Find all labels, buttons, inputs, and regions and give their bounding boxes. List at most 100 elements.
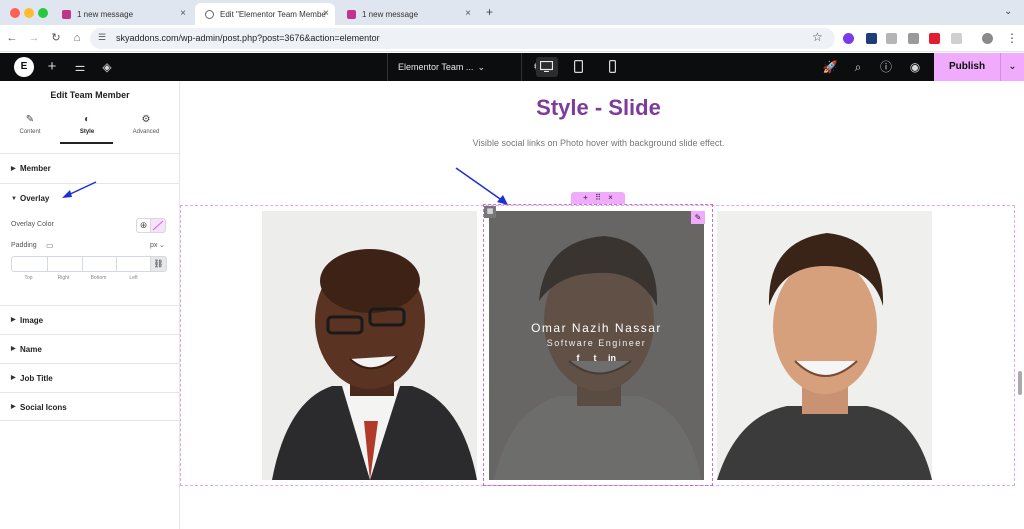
dimension-label: Left (129, 275, 138, 281)
selected-widget-outline (483, 204, 713, 486)
extension-5-icon[interactable] (929, 33, 940, 44)
rocket-notifications-icon[interactable]: 🚀 (822, 59, 838, 75)
url-input[interactable]: ☰ skyaddons.com/wp-admin/post.php?post=3… (90, 28, 835, 49)
browser-tab-1[interactable]: 1 new message × (52, 3, 192, 25)
publish-options-chevron-icon[interactable]: ⌄ (1000, 53, 1024, 81)
browser-menu-icon[interactable]: ⋮ (1006, 31, 1018, 45)
chevron-down-icon: ⌄ (477, 62, 485, 72)
padding-top-input[interactable] (11, 256, 47, 272)
column-handle-icon[interactable]: ▦ (484, 206, 496, 218)
section-name[interactable]: ▶ Name (0, 334, 180, 363)
shield-extension-icon[interactable] (866, 33, 877, 44)
publish-button[interactable]: Publish (934, 53, 1000, 81)
tab-title: 1 new message (77, 9, 134, 19)
responsive-desktop-icon[interactable]: ▭ (46, 241, 54, 250)
tab-title: Edit "Elementor Team Membe (220, 9, 326, 19)
section-title: Overlay (20, 194, 50, 203)
structure-layers-icon[interactable]: ◈ (99, 59, 115, 75)
clear-color-slash-icon (152, 220, 164, 231)
link-values-icon[interactable]: ⛓ (150, 256, 167, 272)
zoom-window-button[interactable] (38, 8, 48, 18)
tablet-view-icon[interactable] (574, 60, 583, 73)
preview-eye-icon[interactable]: ◉ (907, 59, 923, 75)
extension-3-icon[interactable] (886, 33, 897, 44)
team-member-photo-1 (262, 211, 477, 480)
drag-handle-icon[interactable]: ⠿ (595, 193, 601, 202)
padding-bottom-input[interactable] (82, 256, 116, 272)
edit-widget-pencil-icon[interactable]: ✎ (691, 211, 705, 224)
close-tab-icon[interactable]: × (323, 8, 329, 19)
section-title: Image (20, 316, 44, 325)
document-title: Elementor Team ... (398, 62, 474, 72)
team-member-card-1[interactable] (262, 211, 477, 480)
unit-chevron-icon: ⌄ (159, 242, 165, 249)
preview-canvas: Style - Slide Visible social links on Ph… (180, 81, 1024, 529)
close-tab-icon[interactable]: × (465, 8, 471, 19)
annotation-arrow-icon (455, 167, 508, 205)
profile-avatar[interactable] (982, 33, 993, 44)
browser-tab-2[interactable]: Edit "Elementor Team Membe × (195, 3, 335, 25)
caret-right-icon: ▶ (11, 317, 16, 323)
caret-down-icon: ▼ (11, 196, 17, 202)
document-title-dropdown[interactable]: Elementor Team ... ⌄ ⚙ (387, 53, 543, 81)
add-element-icon[interactable]: + (44, 59, 60, 75)
section-title: Name (20, 345, 42, 354)
panel-title: Edit Team Member (50, 90, 130, 100)
dimension-label: Right (57, 275, 70, 281)
section-job-title[interactable]: ▶ Job Title (0, 363, 180, 392)
editor-panel: Edit Team Member ✎ Content ◐ Style ⚙ Adv… (0, 81, 180, 529)
delete-section-icon[interactable]: × (608, 193, 613, 202)
tab-style[interactable]: ◐ Style (61, 114, 113, 135)
browser-address-bar: ← → ↻ ⌂ ☰ skyaddons.com/wp-admin/post.ph… (0, 25, 1024, 52)
help-icon[interactable]: ⓘ (878, 59, 894, 75)
tab-label: Advanced (132, 129, 160, 135)
site-settings-icon[interactable]: ⚌ (72, 59, 88, 75)
section-title: Member (20, 164, 51, 173)
caret-right-icon: ▶ (11, 375, 16, 381)
mail-favicon-icon (62, 9, 71, 19)
caret-right-icon: ▶ (11, 166, 16, 172)
home-icon[interactable]: ⌂ (70, 31, 84, 45)
active-tab-indicator (60, 142, 113, 144)
desktop-icon (540, 61, 553, 72)
extension-1-icon[interactable] (843, 33, 854, 44)
globe-favicon-icon (205, 9, 214, 19)
section-image[interactable]: ▶ Image (0, 305, 180, 334)
extension-4-icon[interactable] (908, 33, 919, 44)
add-section-icon[interactable]: + (583, 193, 588, 202)
site-info-icon[interactable]: ☰ (98, 32, 106, 43)
color-picker-swatch[interactable] (150, 218, 166, 233)
browser-tab-3[interactable]: 1 new message × (337, 3, 477, 25)
scrollbar-thumb[interactable] (1018, 371, 1022, 395)
padding-left-input[interactable] (116, 256, 150, 272)
padding-unit-select[interactable]: px (150, 242, 157, 249)
tab-advanced[interactable]: ⚙ Advanced (120, 114, 172, 135)
url-text: skyaddons.com/wp-admin/post.php?post=367… (116, 33, 380, 43)
caret-right-icon: ▶ (11, 346, 16, 352)
global-colors-icon[interactable]: ⊕ (136, 218, 151, 233)
bookmark-star-icon[interactable]: ☆ (812, 30, 823, 44)
editor-top-bar: E + ⚌ ◈ Elementor Team ... ⌄ ⚙ 🚀 ⌕ ⓘ ◉ P… (0, 53, 1024, 81)
section-handle[interactable]: + ⠿ × (571, 192, 625, 204)
elementor-logo-icon[interactable]: E (14, 57, 34, 77)
team-member-card-3[interactable] (717, 211, 932, 480)
page-subtitle: Visible social links on Photo hover with… (472, 138, 725, 148)
forward-icon[interactable]: → (27, 31, 41, 45)
mobile-view-icon[interactable] (609, 60, 616, 73)
tab-content[interactable]: ✎ Content (4, 114, 56, 135)
puzzle-extensions-icon[interactable] (951, 33, 962, 44)
padding-label: Padding (11, 242, 37, 249)
search-icon[interactable]: ⌕ (850, 59, 866, 75)
reload-icon[interactable]: ↻ (49, 31, 63, 45)
minimize-window-button[interactable] (24, 8, 34, 18)
tab-title: 1 new message (362, 9, 419, 19)
new-tab-button[interactable]: + (486, 5, 493, 19)
close-tab-icon[interactable]: × (180, 8, 186, 19)
padding-right-input[interactable] (47, 256, 82, 272)
pencil-icon: ✎ (25, 114, 35, 125)
back-icon[interactable]: ← (5, 31, 19, 45)
section-social-icons[interactable]: ▶ Social Icons (0, 392, 180, 421)
tab-search-button[interactable]: ⌄ (1004, 6, 1012, 17)
close-window-button[interactable] (10, 8, 20, 18)
gear-icon: ⚙ (141, 114, 151, 125)
